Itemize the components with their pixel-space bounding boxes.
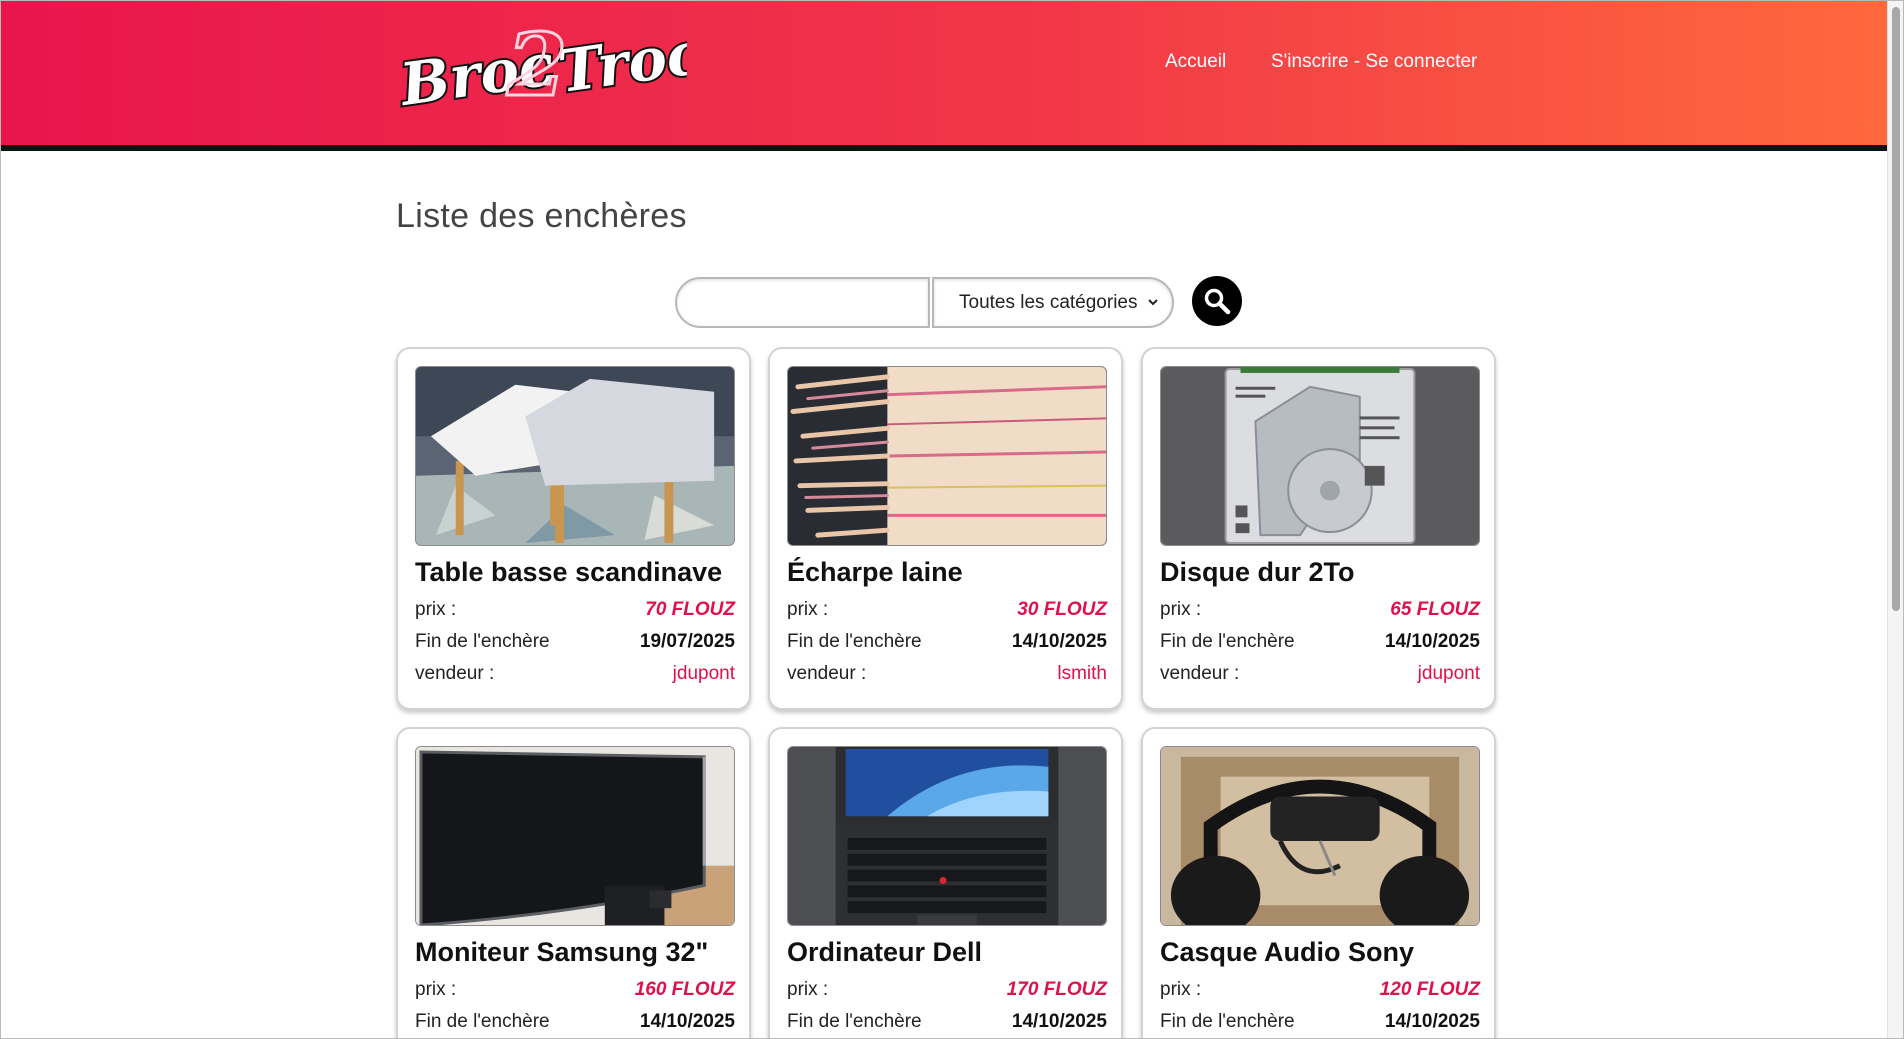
auction-title[interactable]: Ordinateur Dell — [787, 937, 982, 968]
category-select[interactable]: Toutes les catégories — [932, 277, 1174, 328]
search-input[interactable] — [675, 277, 930, 328]
category-select-value: Toutes les catégories — [959, 291, 1138, 313]
coffee-tables-photo — [415, 366, 735, 546]
hard-drive-photo — [1160, 366, 1480, 546]
end-date-row: Fin de l'enchère 14/10/2025 — [1160, 1011, 1480, 1037]
auction-title[interactable]: Écharpe laine — [787, 557, 963, 588]
seller-row: vendeur : lsmith — [787, 663, 1107, 689]
price-row: prix : 30 FLOUZ — [787, 599, 1107, 625]
chevron-down-icon — [1148, 299, 1158, 306]
wool-scarf-photo — [787, 366, 1107, 546]
end-date-row: Fin de l'enchère 14/10/2025 — [415, 1011, 735, 1037]
end-date-value: 14/10/2025 — [1384, 631, 1480, 652]
seller-label: vendeur : — [415, 663, 495, 684]
seller-link[interactable]: jdupont — [1418, 663, 1480, 685]
price-row: prix : 170 FLOUZ — [787, 979, 1107, 1005]
price-value: 120 FLOUZ — [1379, 979, 1480, 1000]
end-date-row: Fin de l'enchère 14/10/2025 — [787, 631, 1107, 657]
end-date-row: Fin de l'enchère 14/10/2025 — [1160, 631, 1480, 657]
vertical-scrollbar[interactable] — [1887, 1, 1903, 1038]
headphones-photo — [1160, 746, 1480, 926]
end-date-value: 14/10/2025 — [1384, 1011, 1480, 1032]
seller-label: vendeur : — [787, 663, 867, 684]
auction-title[interactable]: Moniteur Samsung 32" — [415, 937, 708, 968]
site-header: Broc Troc 2 Accueil S'inscrire - Se conn… — [1, 1, 1903, 151]
price-value: 160 FLOUZ — [634, 979, 735, 1000]
seller-link[interactable]: jdupont — [673, 663, 735, 685]
price-label: prix : — [787, 599, 829, 620]
auction-title[interactable]: Table basse scandinave — [415, 557, 722, 588]
auction-card[interactable]: Table basse scandinave prix : 70 FLOUZ F… — [396, 347, 751, 710]
auction-title[interactable]: Disque dur 2To — [1160, 557, 1355, 588]
auction-card[interactable]: Écharpe laine prix : 30 FLOUZ Fin de l'e… — [768, 347, 1123, 710]
price-row: prix : 160 FLOUZ — [415, 979, 735, 1005]
main-nav: Accueil S'inscrire - Se connecter — [1, 51, 1903, 81]
price-row: prix : 120 FLOUZ — [1160, 979, 1480, 1005]
auction-card[interactable]: Casque Audio Sony prix : 120 FLOUZ Fin d… — [1141, 727, 1496, 1038]
nav-home-link[interactable]: Accueil — [1165, 51, 1226, 73]
price-value: 65 FLOUZ — [1390, 599, 1480, 620]
search-button[interactable] — [1192, 276, 1242, 326]
end-date-row: Fin de l'enchère 19/07/2025 — [415, 631, 735, 657]
auction-card[interactable]: Moniteur Samsung 32" prix : 160 FLOUZ Fi… — [396, 727, 751, 1038]
browser-viewport: Broc Troc 2 Accueil S'inscrire - Se conn… — [0, 0, 1904, 1039]
scrollbar-thumb[interactable] — [1892, 7, 1900, 611]
end-date-label: Fin de l'enchère — [415, 631, 550, 652]
price-value: 30 FLOUZ — [1017, 599, 1107, 620]
price-row: prix : 65 FLOUZ — [1160, 599, 1480, 625]
seller-label: vendeur : — [1160, 663, 1240, 684]
search-icon — [1204, 288, 1231, 315]
end-date-label: Fin de l'enchère — [787, 631, 922, 652]
end-date-value: 19/07/2025 — [639, 631, 735, 652]
price-label: prix : — [1160, 599, 1202, 620]
end-date-value: 14/10/2025 — [1011, 1011, 1107, 1032]
end-date-label: Fin de l'enchère — [1160, 631, 1295, 652]
seller-link[interactable]: lsmith — [1057, 663, 1107, 685]
page-title: Liste des enchères — [396, 197, 687, 235]
price-label: prix : — [1160, 979, 1202, 1000]
auction-card[interactable]: Disque dur 2To prix : 65 FLOUZ Fin de l'… — [1141, 347, 1496, 710]
auction-card[interactable]: Ordinateur Dell prix : 170 FLOUZ Fin de … — [768, 727, 1123, 1038]
price-label: prix : — [415, 599, 457, 620]
end-date-value: 14/10/2025 — [639, 1011, 735, 1032]
end-date-label: Fin de l'enchère — [1160, 1011, 1295, 1032]
end-date-value: 14/10/2025 — [1011, 631, 1107, 652]
auction-title[interactable]: Casque Audio Sony — [1160, 937, 1414, 968]
price-label: prix : — [787, 979, 829, 1000]
laptop-photo — [787, 746, 1107, 926]
price-value: 70 FLOUZ — [645, 599, 735, 620]
monitor-photo — [415, 746, 735, 926]
price-row: prix : 70 FLOUZ — [415, 599, 735, 625]
seller-row: vendeur : jdupont — [1160, 663, 1480, 689]
end-date-label: Fin de l'enchère — [787, 1011, 922, 1032]
seller-row: vendeur : jdupont — [415, 663, 735, 689]
nav-login-link[interactable]: S'inscrire - Se connecter — [1271, 51, 1477, 73]
price-value: 170 FLOUZ — [1006, 979, 1107, 1000]
price-label: prix : — [415, 979, 457, 1000]
end-date-label: Fin de l'enchère — [415, 1011, 550, 1032]
end-date-row: Fin de l'enchère 14/10/2025 — [787, 1011, 1107, 1037]
